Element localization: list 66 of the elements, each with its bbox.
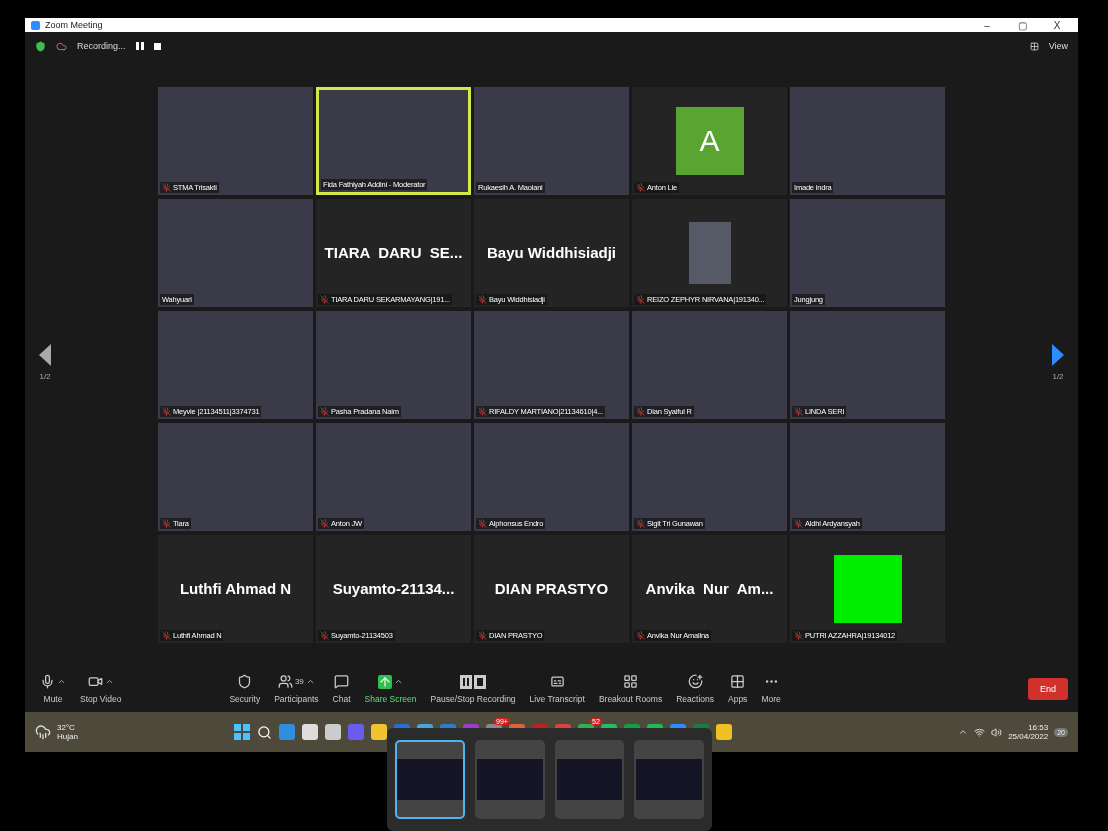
clock-time: 16:53 bbox=[1028, 723, 1049, 732]
window-thumbnail[interactable] bbox=[554, 740, 625, 819]
toolbar-button[interactable]: Apps bbox=[723, 673, 753, 704]
window-thumbnail[interactable] bbox=[634, 740, 704, 819]
mic-icon bbox=[40, 674, 55, 689]
participant-display-name: DIAN PRASTYO bbox=[494, 580, 609, 597]
taskbar-app-icon[interactable] bbox=[370, 724, 387, 740]
video-icon bbox=[87, 674, 103, 689]
window-thumbnail[interactable] bbox=[474, 740, 545, 819]
clock-date: 25/04/2022 bbox=[1008, 732, 1049, 741]
participant-display-name: TIARA DARU SE... bbox=[324, 244, 463, 261]
pause-icon bbox=[135, 42, 144, 50]
toolbar-button[interactable]: More bbox=[756, 673, 786, 704]
toolbar-button[interactable]: Security bbox=[224, 673, 266, 704]
participant-display-name: Suyamto-21134... bbox=[332, 580, 455, 597]
chat-icon bbox=[334, 674, 350, 689]
start-icon bbox=[233, 724, 250, 740]
taskbar-app-icon[interactable] bbox=[715, 724, 732, 740]
window-control[interactable]: X bbox=[1042, 19, 1072, 31]
wifi-icon bbox=[974, 726, 986, 738]
avatar: A bbox=[675, 106, 744, 175]
share-screen-icon bbox=[378, 674, 393, 689]
shield-icon bbox=[237, 674, 253, 689]
toolbar-button[interactable]: Chat bbox=[327, 673, 356, 704]
weather-icon bbox=[35, 724, 51, 740]
temperature: 32°C bbox=[57, 723, 76, 732]
stop-icon bbox=[153, 42, 161, 50]
toolbar-button[interactable]: Share Screen bbox=[359, 673, 422, 704]
toolbar-button[interactable]: Breakout Rooms bbox=[593, 673, 668, 704]
cc-icon bbox=[549, 674, 565, 689]
toolbar-button[interactable]: Live Transcript bbox=[524, 673, 590, 704]
taskbar-app-icon[interactable] bbox=[324, 724, 341, 740]
rooms-icon bbox=[623, 674, 639, 689]
view-button[interactable]: View bbox=[1048, 41, 1068, 51]
window-control[interactable]: ▢ bbox=[1007, 19, 1037, 31]
volume-icon bbox=[991, 726, 1003, 738]
toolbar-button[interactable]: Mute bbox=[35, 673, 71, 704]
toolbar-button[interactable]: 39 Participants bbox=[269, 673, 324, 704]
pause-stop-icon bbox=[460, 674, 487, 689]
grid-icon bbox=[1029, 41, 1039, 51]
end-button[interactable]: End bbox=[1028, 677, 1068, 700]
window-title: Zoom Meeting bbox=[45, 20, 103, 30]
cloud-icon bbox=[56, 40, 67, 52]
participant-display-name: Luthfi Ahmad N bbox=[179, 580, 292, 597]
search-icon bbox=[256, 724, 272, 740]
participant-display-name: Bayu Widdhisiadji bbox=[486, 244, 616, 261]
previous-arrow-icon bbox=[39, 344, 51, 366]
people-icon bbox=[277, 674, 293, 689]
next-arrow-icon bbox=[1052, 344, 1064, 366]
toolbar-button[interactable]: Reactions bbox=[671, 673, 719, 704]
recording-status: Recording... bbox=[77, 41, 126, 51]
photo-placeholder bbox=[688, 221, 731, 284]
react-icon bbox=[687, 674, 703, 689]
window-thumbnail[interactable] bbox=[395, 740, 465, 819]
weather-text: Hujan bbox=[57, 732, 78, 741]
shield-icon bbox=[35, 40, 46, 52]
taskbar-app-icon[interactable] bbox=[301, 724, 318, 740]
zoom-logo-icon bbox=[31, 20, 40, 30]
toolbar-button[interactable]: Stop Video bbox=[75, 673, 127, 704]
page-indicator: 1/2 bbox=[39, 372, 51, 381]
apps-icon bbox=[730, 674, 746, 689]
page-indicator: 1/2 bbox=[1052, 372, 1064, 381]
window-control[interactable]: – bbox=[972, 19, 1002, 31]
toolbar-button[interactable]: Pause/Stop Recording bbox=[425, 673, 521, 704]
chevron-up-icon bbox=[958, 727, 969, 737]
participant-display-name: Anvika Nur Am... bbox=[645, 580, 774, 597]
